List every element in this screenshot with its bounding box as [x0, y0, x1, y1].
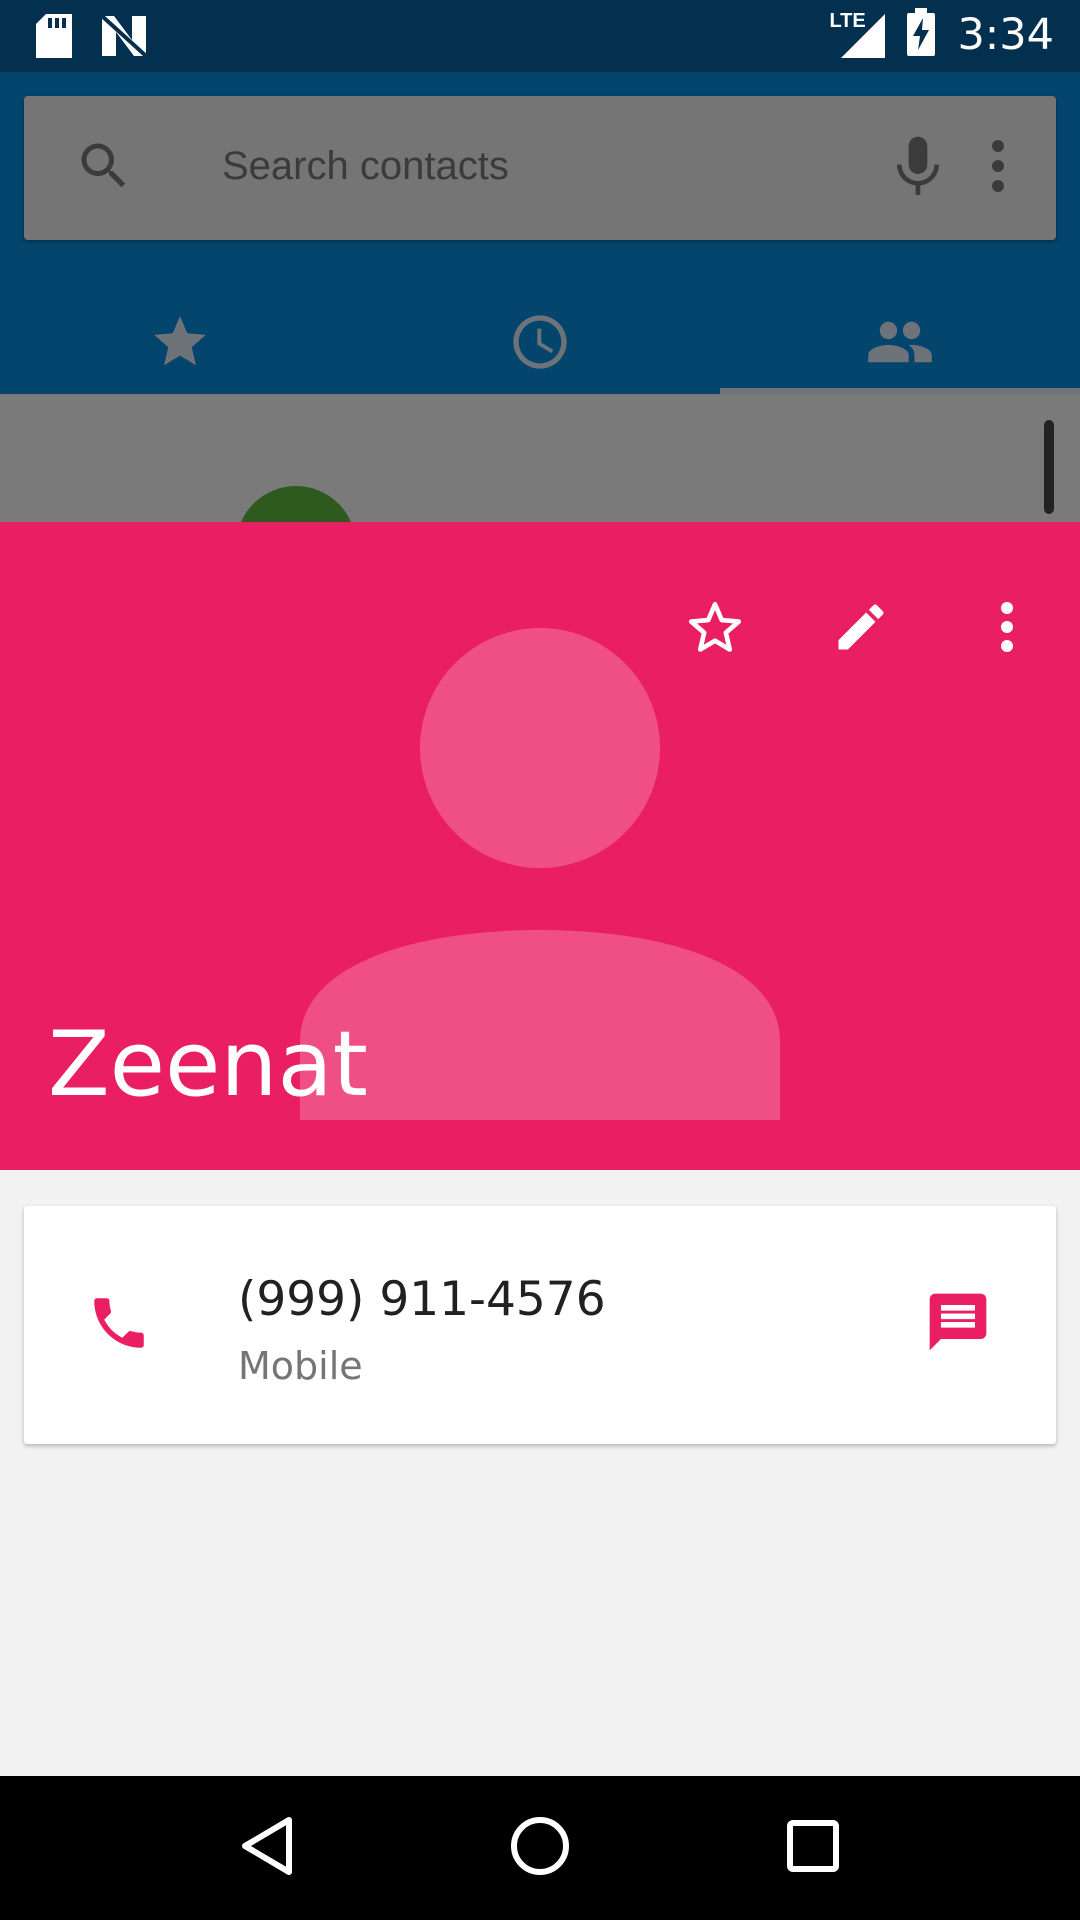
star-icon: [148, 311, 212, 378]
mic-icon[interactable]: [890, 134, 946, 205]
edit-button[interactable]: [788, 574, 934, 684]
lte-signal-icon: LTE: [829, 9, 886, 58]
favorite-button[interactable]: [642, 574, 788, 684]
recents-icon: [787, 1819, 840, 1877]
search-icon[interactable]: [74, 136, 134, 201]
n-notification-icon: [100, 14, 148, 61]
clock-icon: [508, 310, 572, 379]
more-vert-icon[interactable]: [990, 138, 1006, 199]
home-button[interactable]: [480, 1788, 600, 1908]
tab-favorites[interactable]: [0, 294, 360, 394]
star-outline-icon: [683, 596, 747, 663]
contacts-app-background: Search contacts: [0, 72, 1080, 522]
recents-button[interactable]: [753, 1788, 873, 1908]
search-bar[interactable]: Search contacts: [24, 96, 1056, 240]
battery-charging-icon: [907, 8, 936, 61]
people-icon: [865, 316, 935, 373]
navigation-bar: [0, 1776, 1080, 1920]
message-icon[interactable]: [924, 1288, 992, 1361]
back-button[interactable]: [207, 1788, 327, 1908]
contact-header: Zeenat: [0, 522, 1080, 1170]
header-actions: [642, 574, 1080, 684]
phone-number[interactable]: (999) 911-4576: [238, 1272, 606, 1327]
network-type-label: LTE: [829, 9, 866, 32]
sd-card-icon: [36, 14, 72, 63]
tab-recents[interactable]: [360, 294, 720, 394]
back-icon: [239, 1816, 295, 1881]
tab-contacts[interactable]: [720, 294, 1080, 394]
avatar: [236, 486, 356, 522]
status-bar: LTE 3:34: [0, 0, 1080, 72]
edit-icon: [831, 597, 891, 662]
phone-type-label: Mobile: [238, 1344, 363, 1388]
home-icon: [510, 1816, 570, 1881]
contact-name: Zeenat: [48, 1012, 368, 1117]
more-options-button[interactable]: [934, 574, 1080, 684]
more-vert-icon: [999, 600, 1015, 659]
phone-entry-card[interactable]: (999) 911-4576 Mobile: [24, 1206, 1056, 1444]
search-input[interactable]: Search contacts: [222, 144, 509, 189]
phone-icon[interactable]: [86, 1290, 152, 1361]
scrollbar[interactable]: [1044, 420, 1054, 514]
tab-bar: [0, 294, 1080, 394]
contact-list: [0, 394, 1080, 522]
status-time: 3:34: [957, 9, 1054, 60]
app-bar: Search contacts: [0, 72, 1080, 394]
